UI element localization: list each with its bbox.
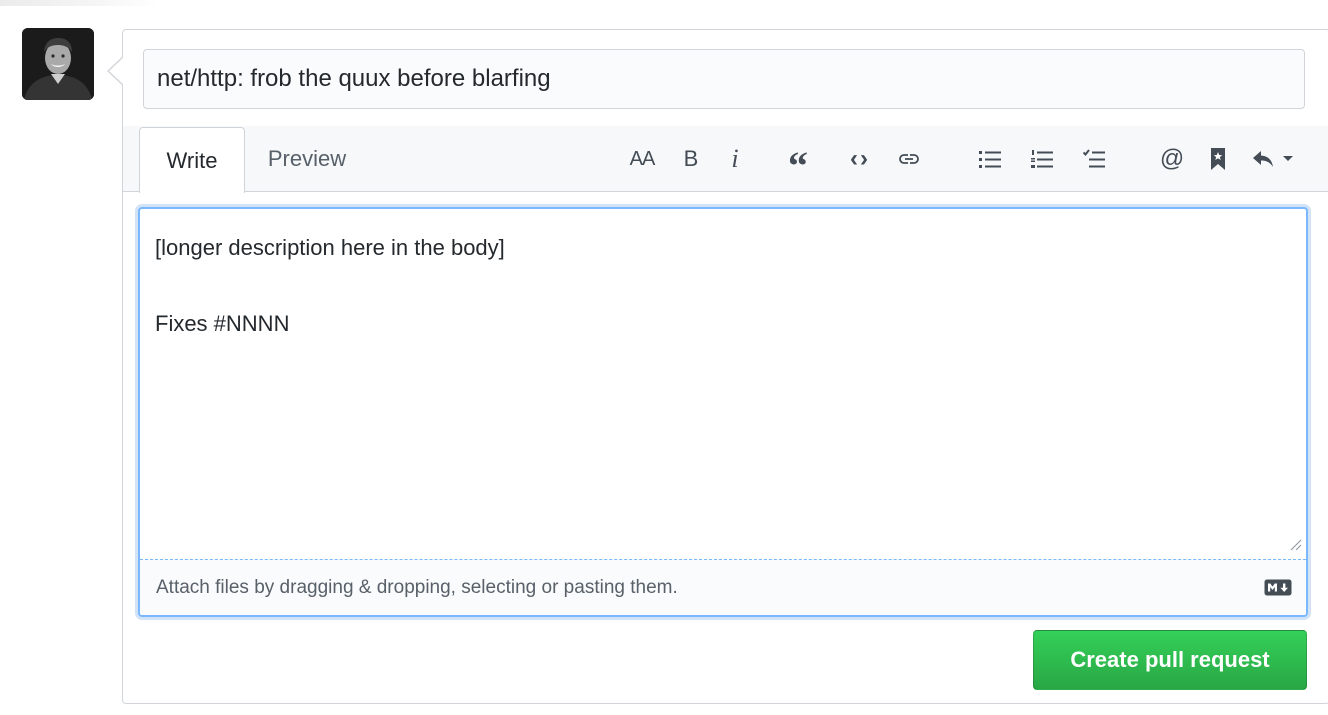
tab-write[interactable]: Write [139,127,245,193]
code-icon: ‹› [850,145,870,172]
attach-hint: Attach files by dragging & dropping, sel… [156,577,678,598]
quote-icon: “ [788,143,808,188]
bold-icon: B [683,146,699,171]
top-edge-shadow [0,0,160,6]
body-textarea[interactable]: [longer description here in the body] Fi… [140,209,1306,559]
avatar-icon [22,28,94,100]
avatar[interactable] [22,28,94,100]
link-button[interactable] [893,142,925,176]
markdown-icon[interactable] [1264,579,1292,596]
mention-button[interactable]: @ [1157,142,1187,176]
text-size-icon: AA [629,147,656,170]
numbered-list-button[interactable] [1027,142,1057,176]
create-pull-request-button[interactable]: Create pull request [1033,630,1307,690]
resize-grip-icon[interactable] [1288,537,1302,551]
body-editor[interactable]: [longer description here in the body] Fi… [138,207,1308,617]
bullet-list-button[interactable] [975,142,1005,176]
bold-button[interactable]: B [679,142,703,176]
task-list-button[interactable] [1079,142,1109,176]
saved-replies-button[interactable] [1203,142,1233,176]
reply-icon [1253,151,1273,167]
numbered-list-icon [1031,150,1053,168]
reply-menu-button[interactable] [1245,142,1301,176]
comment-caret-inner [109,57,124,85]
page: Write Preview AA B i “ ‹› [0,0,1328,715]
bullet-list-icon [979,151,1001,168]
editor-tab-bar: Write Preview AA B i “ ‹› @ [123,126,1328,193]
file-attach-bar[interactable]: Attach files by dragging & dropping, sel… [140,559,1306,615]
code-button[interactable]: ‹› [845,142,875,176]
task-list-icon [1083,149,1105,168]
text-size-button[interactable]: AA [625,142,659,176]
quote-button[interactable]: “ [783,142,813,186]
italic-icon: i [731,144,739,173]
tab-preview[interactable]: Preview [247,126,367,192]
pull-request-form: Write Preview AA B i “ ‹› [122,29,1328,704]
italic-button[interactable]: i [723,142,747,176]
chevron-down-icon [1283,156,1293,161]
link-icon [899,154,919,164]
bookmark-icon [1211,148,1225,170]
mention-icon: @ [1159,145,1185,172]
title-input[interactable] [143,49,1305,109]
